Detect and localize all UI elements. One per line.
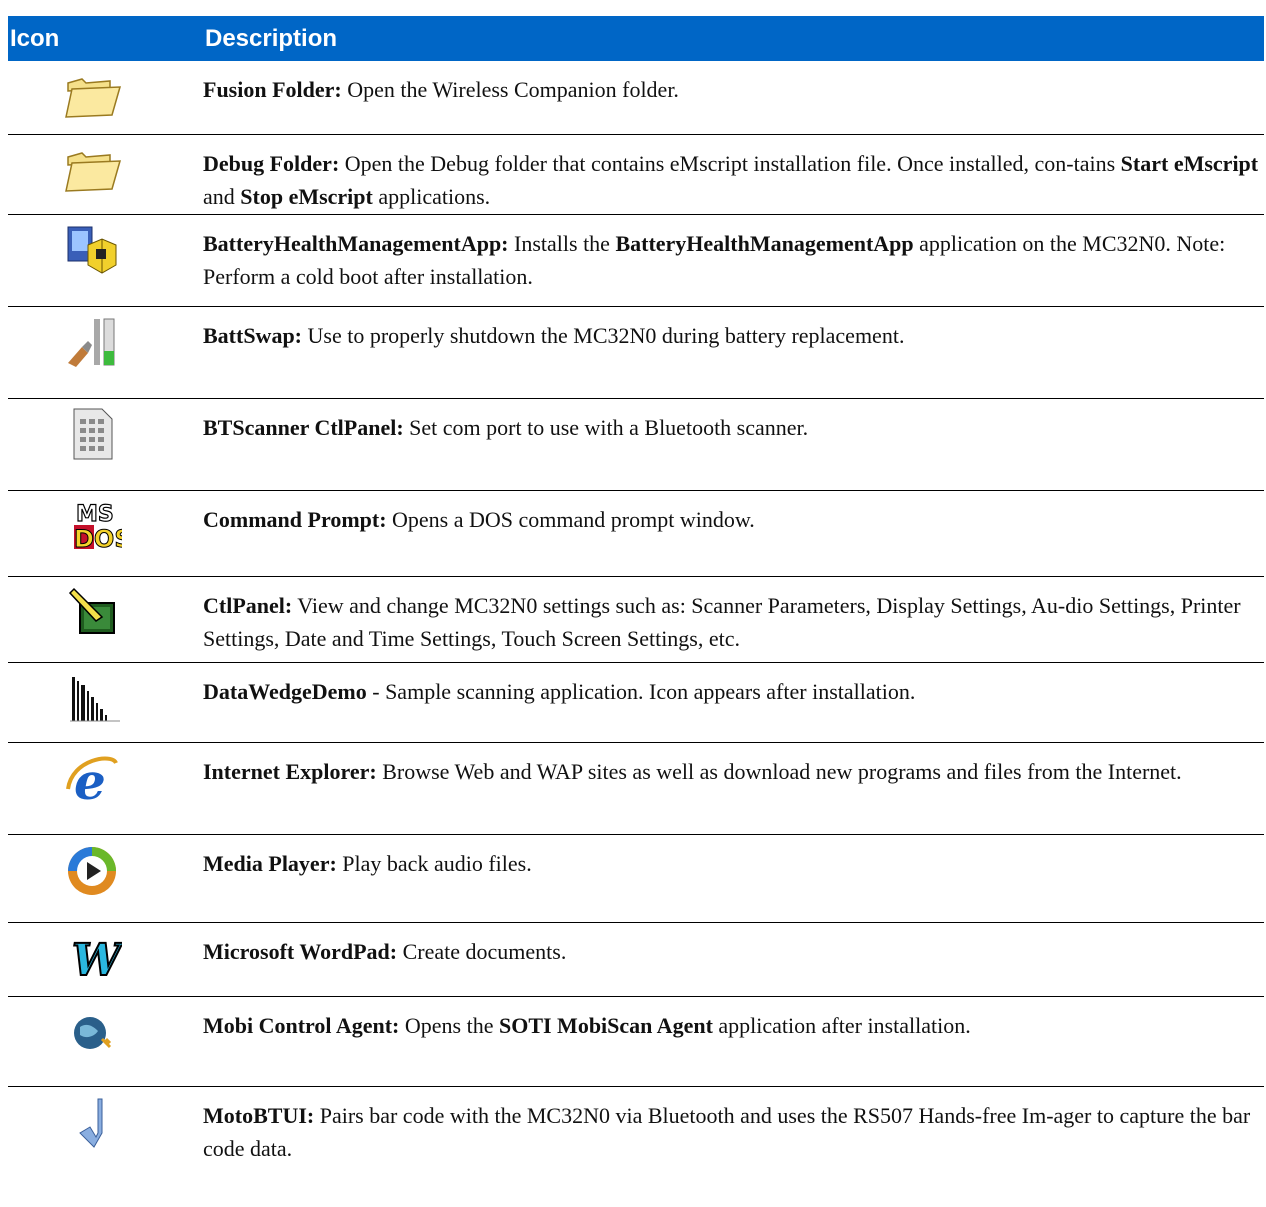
icon-cell (8, 835, 203, 922)
internet-explorer-icon: e (62, 749, 122, 805)
table-row: W Microsoft WordPad: Create documents. (8, 923, 1264, 997)
description-cell: BTScanner CtlPanel: Set com port to use … (203, 399, 1264, 490)
description-cell: Debug Folder: Open the Debug folder that… (203, 135, 1264, 214)
icon-cell (8, 399, 203, 490)
description-text: Installs the (508, 231, 616, 256)
table-row: Media Player: Play back audio files. (8, 835, 1264, 923)
table-row: MotoBTUI: Pairs bar code with the MC32N0… (8, 1087, 1264, 1188)
table-row: MSDOS Command Prompt: Opens a DOS comman… (8, 491, 1264, 577)
description-cell: BatteryHealthManagementApp: Installs the… (203, 215, 1264, 306)
description-text: applications. (372, 184, 491, 209)
header-icon: Icon (10, 24, 60, 52)
description-text: Opens a DOS command prompt window. (386, 507, 755, 532)
description-cell: BattSwap: Use to properly shutdown the M… (203, 307, 1264, 398)
table-row: Mobi Control Agent: Opens the SOTI MobiS… (8, 997, 1264, 1087)
table-row: DataWedgeDemo - Sample scanning applicat… (8, 663, 1264, 743)
motobtui-icon (62, 1093, 122, 1149)
description-cell: CtlPanel: View and change MC32N0 setting… (203, 577, 1264, 662)
svg-text:DOS: DOS (74, 525, 122, 553)
control-panel-icon (62, 583, 122, 639)
folder-icon (62, 67, 122, 123)
icon-description-table: Icon Description Fusion Folder: Open the… (8, 16, 1264, 1188)
description-text: application after installation. (712, 1013, 971, 1038)
icon-cell (8, 135, 203, 214)
icon-cell (8, 215, 203, 306)
wordpad-icon: W (62, 929, 122, 985)
barcode-icon (62, 669, 122, 725)
description-text: Open the Debug folder that contains eMsc… (339, 151, 1121, 176)
table-row: BTScanner CtlPanel: Set com port to use … (8, 399, 1264, 491)
bold-term: Stop eMscript (240, 184, 373, 209)
svg-text:MS: MS (76, 502, 114, 527)
bold-term: MotoBTUI: (203, 1103, 315, 1128)
bold-term: Debug Folder: (203, 151, 340, 176)
table-row: CtlPanel: View and change MC32N0 setting… (8, 577, 1264, 663)
description-text: Open the Wireless Companion folder. (341, 77, 679, 102)
svg-text:W: W (72, 935, 122, 985)
icon-cell (8, 61, 203, 134)
description-text: Use to properly shutdown the MC32N0 duri… (302, 323, 905, 348)
bold-term: Command Prompt: (203, 507, 387, 532)
battswap-icon (62, 313, 122, 369)
description-text: View and change MC32N0 settings such as:… (203, 593, 1241, 651)
bold-term: Start eMscript (1120, 151, 1259, 176)
btscanner-icon (62, 405, 122, 461)
table-header: Icon Description (8, 16, 1264, 61)
description-cell: MotoBTUI: Pairs bar code with the MC32N0… (203, 1087, 1264, 1188)
icon-cell: W (8, 923, 203, 996)
bold-term: BatteryHealthManagementApp: (203, 231, 509, 256)
description-cell: Mobi Control Agent: Opens the SOTI MobiS… (203, 997, 1264, 1086)
description-cell: Media Player: Play back audio files. (203, 835, 1264, 922)
table-row: BatteryHealthManagementApp: Installs the… (8, 215, 1264, 307)
description-cell: Microsoft WordPad: Create documents. (203, 923, 1264, 996)
icon-cell (8, 997, 203, 1086)
battery-health-install-icon (62, 221, 122, 277)
description-text: Opens the (399, 1013, 499, 1038)
description-cell: Internet Explorer: Browse Web and WAP si… (203, 743, 1264, 834)
bold-term: Mobi Control Agent: (203, 1013, 400, 1038)
description-text: Browse Web and WAP sites as well as down… (376, 759, 1182, 784)
bold-term: BatteryHealthManagementApp (615, 231, 914, 256)
folder-icon (62, 141, 122, 197)
table-row: e Internet Explorer: Browse Web and WAP … (8, 743, 1264, 835)
header-description: Description (205, 24, 338, 52)
description-cell: DataWedgeDemo - Sample scanning applicat… (203, 663, 1264, 742)
bold-term: CtlPanel: (203, 593, 293, 618)
table-row: Fusion Folder: Open the Wireless Compani… (8, 61, 1264, 135)
icon-cell (8, 307, 203, 398)
description-text: Set com port to use with a Bluetooth sca… (403, 415, 809, 440)
table-body: Fusion Folder: Open the Wireless Compani… (8, 61, 1264, 1188)
description-text: Play back audio files. (336, 851, 532, 876)
description-text: Pairs bar code with the MC32N0 via Bluet… (203, 1103, 1251, 1161)
icon-cell: e (8, 743, 203, 834)
table-row: Debug Folder: Open the Debug folder that… (8, 135, 1264, 215)
bold-term: Microsoft WordPad: (203, 939, 398, 964)
media-player-icon (62, 841, 122, 897)
icon-cell (8, 577, 203, 662)
icon-cell (8, 663, 203, 742)
table-row: BattSwap: Use to properly shutdown the M… (8, 307, 1264, 399)
description-text: Create documents. (397, 939, 567, 964)
bold-term: BTScanner CtlPanel: (203, 415, 404, 440)
icon-cell (8, 1087, 203, 1188)
bold-term: Media Player: (203, 851, 337, 876)
msdos-icon: MSDOS (62, 497, 122, 553)
bold-term: Internet Explorer: (203, 759, 377, 784)
icon-cell: MSDOS (8, 491, 203, 576)
bold-term: Fusion Folder: (203, 77, 342, 102)
mobi-control-icon (62, 1003, 122, 1059)
bold-term: DataWedgeDemo (203, 679, 367, 704)
description-text: and (203, 184, 241, 209)
description-cell: Command Prompt: Opens a DOS command prom… (203, 491, 1264, 576)
description-text: - Sample scanning application. Icon appe… (366, 679, 916, 704)
bold-term: BattSwap: (203, 323, 303, 348)
description-cell: Fusion Folder: Open the Wireless Compani… (203, 61, 1264, 134)
bold-term: SOTI MobiScan Agent (498, 1013, 713, 1038)
